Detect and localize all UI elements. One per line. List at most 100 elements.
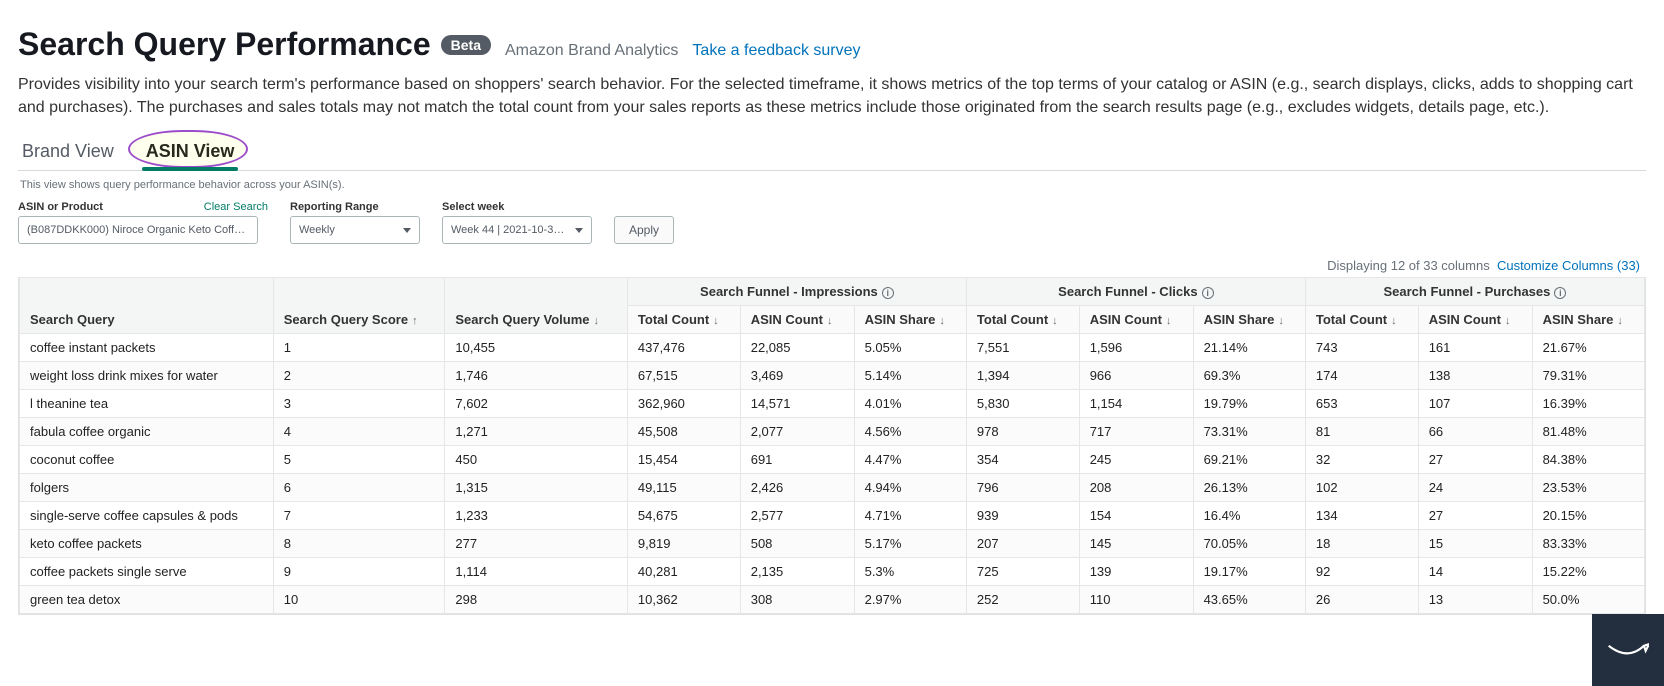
reporting-range-select[interactable]: Weekly: [290, 216, 420, 244]
table-cell: 1,315: [445, 474, 628, 502]
table-row[interactable]: weight loss drink mixes for water21,7466…: [20, 362, 1645, 390]
table-cell: 437,476: [627, 334, 740, 362]
table-cell: 725: [966, 558, 1079, 586]
asin-product-input[interactable]: (B087DDKK000) Niroce Organic Keto Coffee…: [18, 216, 258, 244]
table-row[interactable]: coffee packets single serve91,11440,2812…: [20, 558, 1645, 586]
table-cell: 252: [966, 586, 1079, 614]
table-row[interactable]: keto coffee packets82779,8195085.17%2071…: [20, 530, 1645, 558]
select-week-dropdown[interactable]: Week 44 | 2021-10-31 - 202…: [442, 216, 592, 244]
table-cell: 43.65%: [1193, 586, 1305, 614]
table-cell: 2,426: [740, 474, 854, 502]
asin-product-label: ASIN or Product: [18, 201, 103, 213]
table-cell: 298: [445, 586, 628, 614]
table-cell: 27: [1418, 446, 1532, 474]
table-cell: 154: [1079, 502, 1193, 530]
table-cell: 23.53%: [1532, 474, 1644, 502]
table-cell: 308: [740, 586, 854, 614]
table-row[interactable]: coconut coffee545015,4546914.47%35424569…: [20, 446, 1645, 474]
col-search-query-volume[interactable]: Search Query Volume↓: [445, 278, 628, 334]
col-purch-asin-count[interactable]: ASIN Count↓: [1418, 306, 1532, 334]
columns-info: Displaying 12 of 33 columns Customize Co…: [18, 254, 1646, 277]
col-search-query-score[interactable]: Search Query Score↑: [273, 278, 445, 334]
reporting-range-value: Weekly: [299, 224, 335, 236]
table-cell: 81.48%: [1532, 418, 1644, 446]
view-helper-text: This view shows query performance behavi…: [18, 171, 1646, 201]
arrow-icon: [1644, 644, 1649, 651]
clear-search-link[interactable]: Clear Search: [204, 201, 268, 213]
table-cell: 4.47%: [854, 446, 966, 474]
info-icon[interactable]: i: [882, 287, 894, 299]
info-icon[interactable]: i: [1202, 287, 1214, 299]
col-impr-asin-count[interactable]: ASIN Count↓: [740, 306, 854, 334]
table-cell: 5.14%: [854, 362, 966, 390]
tab-brand-view[interactable]: Brand View: [18, 133, 118, 170]
table-cell: 1,233: [445, 502, 628, 530]
col-click-asin-share[interactable]: ASIN Share↓: [1193, 306, 1305, 334]
col-impr-asin-share[interactable]: ASIN Share↓: [854, 306, 966, 334]
amazon-logo[interactable]: [1592, 614, 1664, 686]
feedback-link[interactable]: Take a feedback survey: [692, 42, 860, 60]
table-cell: 84.38%: [1532, 446, 1644, 474]
table-cell: 9: [273, 558, 445, 586]
table-cell: folgers: [20, 474, 274, 502]
table-cell: single-serve coffee capsules & pods: [20, 502, 274, 530]
columns-count-text: Displaying 12 of 33 columns: [1327, 258, 1490, 273]
table-cell: 3: [273, 390, 445, 418]
col-click-total[interactable]: Total Count↓: [966, 306, 1079, 334]
table-cell: 4.56%: [854, 418, 966, 446]
apply-button[interactable]: Apply: [614, 216, 674, 244]
table-cell: 70.05%: [1193, 530, 1305, 558]
table-cell: l theanine tea: [20, 390, 274, 418]
col-purch-total[interactable]: Total Count↓: [1305, 306, 1418, 334]
table-cell: 2,077: [740, 418, 854, 446]
table-cell: 4.01%: [854, 390, 966, 418]
smile-icon: [1609, 646, 1644, 654]
col-search-query[interactable]: Search Query: [20, 278, 274, 334]
table-cell: 2: [273, 362, 445, 390]
table-cell: 245: [1079, 446, 1193, 474]
col-purch-asin-share[interactable]: ASIN Share↓: [1532, 306, 1644, 334]
table-cell: 10: [273, 586, 445, 614]
col-impr-total[interactable]: Total Count↓: [627, 306, 740, 334]
table-cell: 3,469: [740, 362, 854, 390]
table-row[interactable]: fabula coffee organic41,27145,5082,0774.…: [20, 418, 1645, 446]
table-cell: 966: [1079, 362, 1193, 390]
table-cell: 14,571: [740, 390, 854, 418]
table-cell: 67,515: [627, 362, 740, 390]
info-icon[interactable]: i: [1554, 287, 1566, 299]
table-cell: 1: [273, 334, 445, 362]
table-cell: keto coffee packets: [20, 530, 274, 558]
chevron-down-icon: [575, 228, 583, 233]
customize-columns-link[interactable]: Customize Columns (33): [1497, 258, 1640, 273]
group-clicks: Search Funnel - Clicksi: [966, 278, 1305, 306]
table-cell: 21.67%: [1532, 334, 1644, 362]
table-cell: 19.79%: [1193, 390, 1305, 418]
table-cell: 16.39%: [1532, 390, 1644, 418]
table-cell: 4.71%: [854, 502, 966, 530]
tab-asin-view-label: ASIN View: [146, 141, 235, 161]
reporting-range-label: Reporting Range: [290, 201, 420, 213]
table-cell: 5: [273, 446, 445, 474]
table-cell: 32: [1305, 446, 1418, 474]
view-tabs: Brand View ASIN View: [18, 133, 1646, 171]
table-cell: 1,114: [445, 558, 628, 586]
table-cell: 13: [1418, 586, 1532, 614]
table-cell: 939: [966, 502, 1079, 530]
col-click-asin-count[interactable]: ASIN Count↓: [1079, 306, 1193, 334]
page-title-text: Search Query Performance: [18, 26, 431, 63]
table-cell: 5,830: [966, 390, 1079, 418]
table-cell: 14: [1418, 558, 1532, 586]
table-cell: 450: [445, 446, 628, 474]
table-row[interactable]: green tea detox1029810,3623082.97%252110…: [20, 586, 1645, 614]
table-row[interactable]: l theanine tea37,602362,96014,5714.01%5,…: [20, 390, 1645, 418]
table-cell: 110: [1079, 586, 1193, 614]
table-row[interactable]: folgers61,31549,1152,4264.94%79620826.13…: [20, 474, 1645, 502]
table-cell: 1,746: [445, 362, 628, 390]
table-row[interactable]: coffee instant packets110,455437,47622,0…: [20, 334, 1645, 362]
table-cell: 15: [1418, 530, 1532, 558]
table-cell: 107: [1418, 390, 1532, 418]
table-cell: 69.3%: [1193, 362, 1305, 390]
table-cell: 1,394: [966, 362, 1079, 390]
tab-asin-view[interactable]: ASIN View: [142, 133, 239, 170]
table-row[interactable]: single-serve coffee capsules & pods71,23…: [20, 502, 1645, 530]
